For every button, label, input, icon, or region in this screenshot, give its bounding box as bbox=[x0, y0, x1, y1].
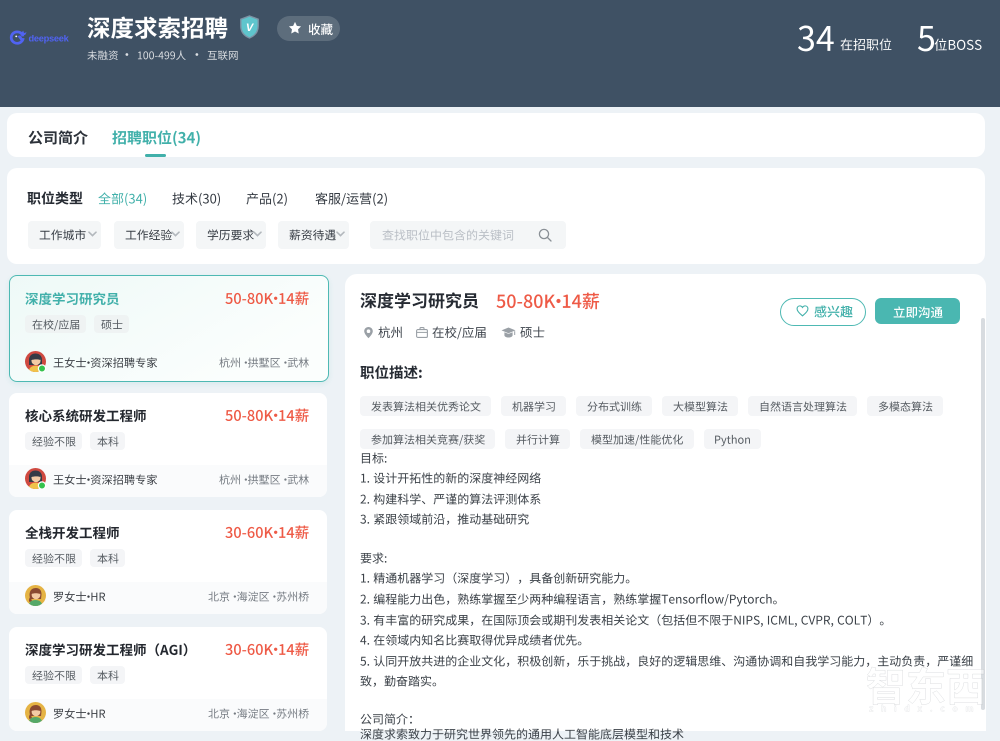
svg-text:deepseek: deepseek bbox=[29, 33, 70, 43]
